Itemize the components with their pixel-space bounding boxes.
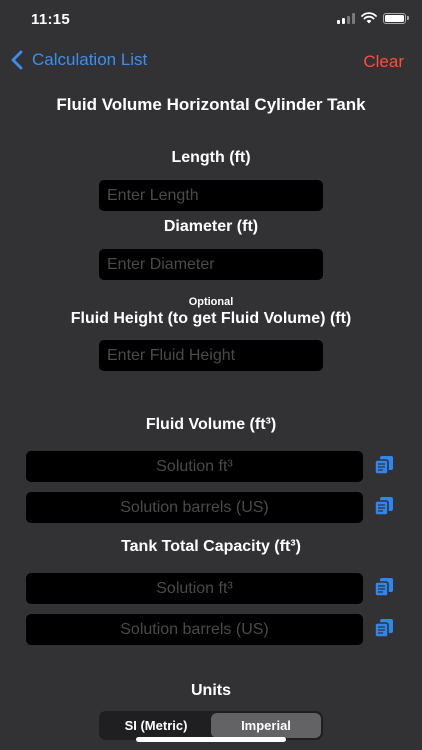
diameter-label: Diameter (ft) [163,218,259,235]
copy-icon[interactable] [373,454,395,476]
wifi-icon [361,12,377,24]
status-time: 11:15 [31,11,71,28]
chevron-left-icon [11,50,23,70]
back-button[interactable]: Calculation List [10,50,147,70]
diameter-input[interactable] [99,249,323,280]
length-label: Length (ft) [171,149,251,166]
page-title: Fluid Volume Horizontal Cylinder Tank [56,95,366,114]
fluid-height-input[interactable] [99,340,323,371]
copy-icon[interactable] [373,576,395,598]
units-heading: Units [191,682,231,699]
copy-icon[interactable] [373,495,395,517]
fluid-height-label: Fluid Height (to get Fluid Volume) (ft) [70,310,352,327]
tank-capacity-heading: Tank Total Capacity (ft³) [121,538,301,555]
fluid-volume-ft3-output[interactable] [26,451,363,482]
calculator-screen: 11:15 Calculation List Clear Fluid Volum… [0,0,422,750]
tank-capacity-barrels-output[interactable] [26,614,363,645]
units-segmented-control: SI (Metric) Imperial [99,711,323,740]
back-button-label: Calculation List [32,50,148,69]
status-icons [337,12,409,24]
fluid-volume-heading: Fluid Volume (ft³) [145,416,277,433]
copy-icon[interactable] [373,617,395,639]
units-option-metric[interactable]: SI (Metric) [101,713,211,738]
tank-capacity-ft3-output[interactable] [26,573,363,604]
length-input[interactable] [99,180,323,211]
signal-icon [337,12,355,24]
fluid-volume-barrels-output[interactable] [26,492,363,523]
battery-icon [383,12,409,24]
clear-button[interactable]: Clear [363,52,404,72]
optional-label: Optional [188,296,234,308]
home-indicator[interactable] [136,737,286,742]
units-option-imperial[interactable]: Imperial [211,713,321,738]
